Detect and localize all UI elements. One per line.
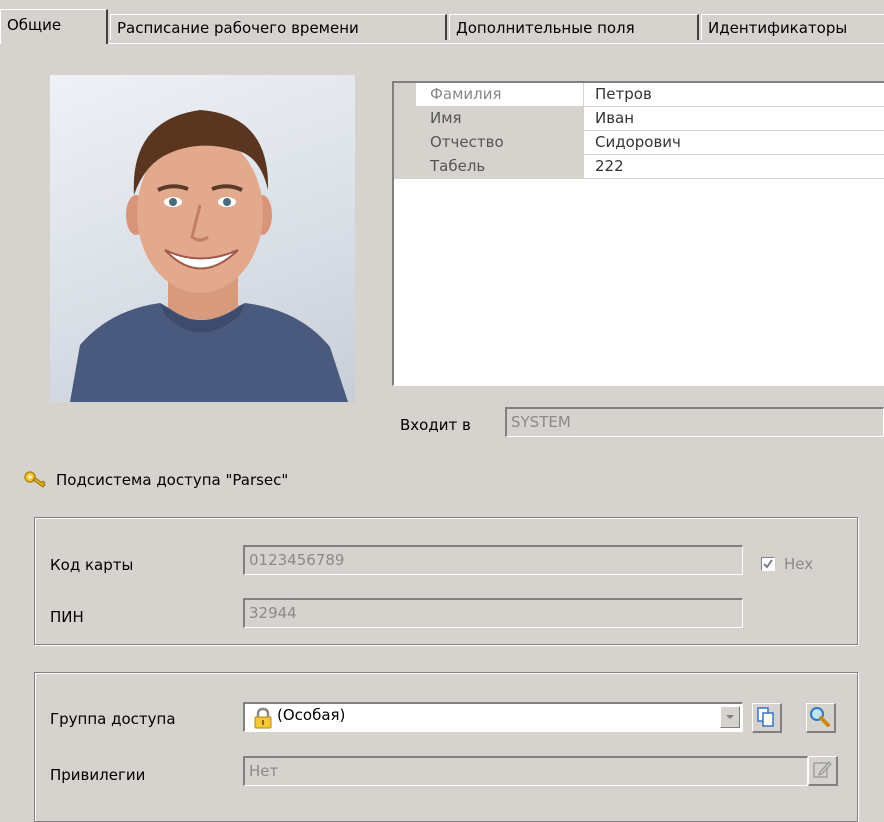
key-icon [24,470,48,490]
property-key: Табель [416,155,584,178]
hex-checkbox[interactable] [761,557,775,571]
pin-label: ПИН [50,608,84,626]
access-group-label: Группа доступа [50,710,176,728]
card-code-field[interactable]: 0123456789 [243,545,743,575]
property-row-last-name[interactable]: Фамилия Петров [394,83,884,107]
tab-identifiers[interactable]: Идентификаторы [701,14,884,40]
property-row-patronymic[interactable]: Отчество Сидорович [394,131,884,155]
property-value[interactable]: Сидорович [585,131,884,154]
membership-field[interactable]: SYSTEM [505,407,884,437]
property-key: Отчество [416,131,584,154]
pin-field[interactable]: 32944 [243,598,743,628]
hex-label: Hex [784,555,814,573]
property-value[interactable]: Иван [585,107,884,130]
privileges-label: Привилегии [50,766,146,784]
access-group-value: (Особая) [277,706,346,724]
check-icon [763,559,773,569]
edit-icon [813,761,832,778]
search-button[interactable] [806,703,836,733]
subsystem-title: Подсистема доступа "Parsec" [56,471,289,489]
dropdown-button[interactable] [720,706,740,728]
property-key: Фамилия [416,83,584,106]
tab-extra-fields[interactable]: Дополнительные поля [449,14,699,40]
property-key: Имя [416,107,584,130]
portrait-image [70,110,348,402]
employee-photo[interactable] [50,75,355,402]
property-value[interactable]: 222 [585,155,884,178]
property-row-first-name[interactable]: Имя Иван [394,107,884,131]
card-code-label: Код карты [50,556,134,574]
property-value[interactable]: Петров [585,83,884,106]
membership-label: Входит в [400,416,471,434]
properties-grid[interactable]: Фамилия Петров Имя Иван Отчество Сидоров… [392,81,884,386]
tab-strip: Общие Расписание рабочего времени Дополн… [0,0,884,44]
lock-icon [253,707,273,729]
tab-work-schedule[interactable]: Расписание рабочего времени [110,14,447,40]
property-row-tab-number[interactable]: Табель 222 [394,155,884,179]
copy-icon [757,707,774,727]
edit-privileges-button[interactable] [808,756,838,786]
access-groupbox [34,672,858,822]
chevron-down-icon [726,715,734,719]
search-icon [810,707,830,727]
access-group-select[interactable]: (Особая) [243,702,743,732]
copy-button[interactable] [752,703,782,733]
tab-general[interactable]: Общие [0,9,108,44]
privileges-field[interactable]: Нет [243,756,808,786]
